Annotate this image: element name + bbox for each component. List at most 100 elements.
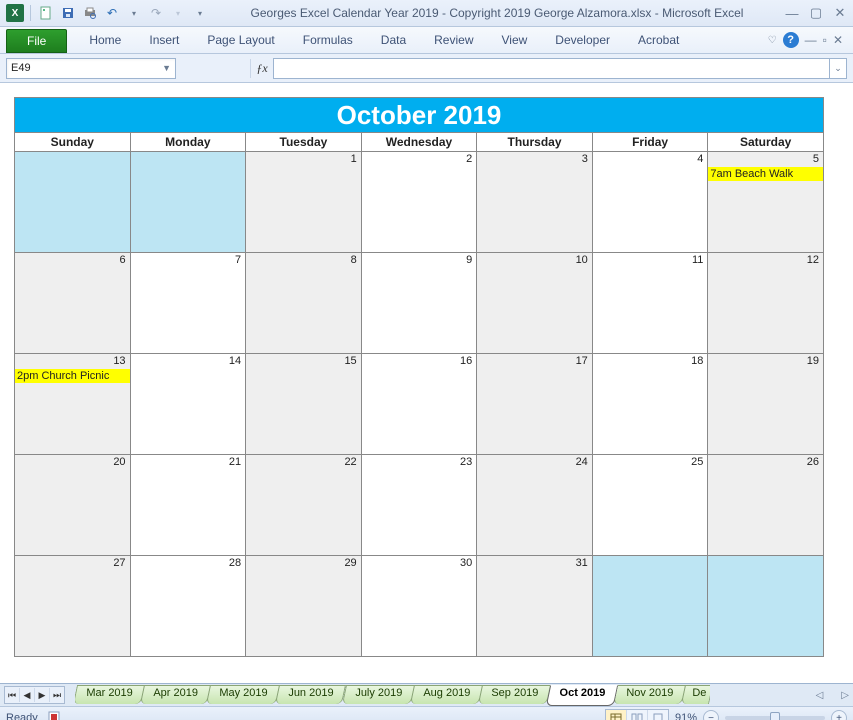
day-cell[interactable]: 29 xyxy=(246,556,362,657)
day-cell[interactable]: 18 xyxy=(592,354,708,455)
excel-icon[interactable]: X xyxy=(6,4,24,22)
undo-dropdown-icon[interactable]: ▾ xyxy=(125,4,143,22)
ribbon-more-icon[interactable]: ♡ xyxy=(768,35,777,46)
restore-button[interactable]: ▢ xyxy=(809,5,823,21)
name-box-dropdown-icon[interactable]: ▼ xyxy=(162,63,171,73)
ribbon-tab-developer[interactable]: Developer xyxy=(541,27,624,53)
worksheet-area[interactable]: October 2019 Sunday Monday Tuesday Wedne… xyxy=(0,83,853,683)
sheet-tab[interactable]: Apr 2019 xyxy=(140,685,211,704)
day-cell[interactable]: 7 xyxy=(130,253,246,354)
day-cell[interactable] xyxy=(708,556,824,657)
day-cell[interactable]: 16 xyxy=(361,354,477,455)
formula-expand-icon[interactable]: ⌄ xyxy=(830,58,847,79)
sheet-tab[interactable]: May 2019 xyxy=(206,685,280,704)
view-normal-icon[interactable] xyxy=(606,710,627,720)
ribbon-minimize-button[interactable]: ― xyxy=(805,33,817,47)
name-box[interactable]: E49 ▼ xyxy=(6,58,176,79)
day-cell[interactable]: 8 xyxy=(246,253,362,354)
day-cell[interactable] xyxy=(592,556,708,657)
day-cell[interactable]: 22 xyxy=(246,455,362,556)
ribbon-restore-button[interactable]: ▫ xyxy=(823,33,827,47)
day-cell[interactable]: 1 xyxy=(246,152,362,253)
day-cell[interactable]: 21 xyxy=(130,455,246,556)
day-cell[interactable]: 3 xyxy=(477,152,593,253)
day-cell[interactable]: 15 xyxy=(246,354,362,455)
sheet-nav-last-icon[interactable]: ⏭ xyxy=(50,688,64,702)
day-cell[interactable]: 26 xyxy=(708,455,824,556)
day-header[interactable]: Friday xyxy=(592,133,708,152)
day-cell[interactable]: 24 xyxy=(477,455,593,556)
formula-input[interactable] xyxy=(273,58,830,79)
day-header[interactable]: Wednesday xyxy=(361,133,477,152)
day-cell[interactable]: 17 xyxy=(477,354,593,455)
ribbon-close-button[interactable]: ✕ xyxy=(833,33,843,47)
day-cell[interactable]: 12 xyxy=(708,253,824,354)
sheet-tab[interactable]: Sep 2019 xyxy=(478,685,551,704)
day-cell[interactable]: 25 xyxy=(592,455,708,556)
calendar-event[interactable]: 7am Beach Walk xyxy=(708,167,823,181)
ribbon-tab-home[interactable]: Home xyxy=(75,27,135,53)
file-tab[interactable]: File xyxy=(6,29,67,53)
sheet-tab[interactable]: Jun 2019 xyxy=(275,685,346,704)
day-header[interactable]: Monday xyxy=(130,133,246,152)
view-page-layout-icon[interactable] xyxy=(627,710,648,720)
undo-icon[interactable]: ↶ xyxy=(103,4,121,22)
day-cell[interactable]: 132pm Church Picnic xyxy=(15,354,131,455)
zoom-level[interactable]: 91% xyxy=(675,712,697,720)
sheet-nav-prev-icon[interactable]: ◀ xyxy=(20,688,35,702)
day-header[interactable]: Saturday xyxy=(708,133,824,152)
day-cell[interactable] xyxy=(130,152,246,253)
day-header[interactable]: Tuesday xyxy=(246,133,362,152)
redo-icon[interactable]: ↷ xyxy=(147,4,165,22)
view-page-break-icon[interactable] xyxy=(648,710,668,720)
sheet-nav-next-icon[interactable]: ▶ xyxy=(35,688,50,702)
new-doc-icon[interactable] xyxy=(37,4,55,22)
sheet-tab[interactable]: Mar 2019 xyxy=(75,685,146,704)
calendar-title[interactable]: October 2019 xyxy=(15,98,824,133)
save-icon[interactable] xyxy=(59,4,77,22)
print-preview-icon[interactable] xyxy=(81,4,99,22)
day-cell[interactable]: 27 xyxy=(15,556,131,657)
tab-scroll-left-icon[interactable]: ◁ xyxy=(816,690,824,701)
day-cell[interactable]: 31 xyxy=(477,556,593,657)
close-button[interactable]: ✕ xyxy=(833,5,847,21)
ribbon-tab-data[interactable]: Data xyxy=(367,27,420,53)
day-cell[interactable]: 57am Beach Walk xyxy=(708,152,824,253)
sheet-tab[interactable]: Nov 2019 xyxy=(613,685,686,704)
qat-customize-dropdown-icon[interactable]: ▾ xyxy=(191,4,209,22)
redo-dropdown-icon[interactable]: ▾ xyxy=(169,4,187,22)
sheet-tab[interactable]: Aug 2019 xyxy=(410,685,483,704)
day-cell[interactable]: 30 xyxy=(361,556,477,657)
day-cell[interactable]: 28 xyxy=(130,556,246,657)
ribbon-tab-review[interactable]: Review xyxy=(420,27,487,53)
day-cell[interactable]: 23 xyxy=(361,455,477,556)
day-cell[interactable]: 9 xyxy=(361,253,477,354)
zoom-out-button[interactable]: − xyxy=(703,710,719,720)
day-cell[interactable] xyxy=(15,152,131,253)
ribbon-tab-insert[interactable]: Insert xyxy=(135,27,193,53)
day-cell[interactable]: 10 xyxy=(477,253,593,354)
ribbon-tab-view[interactable]: View xyxy=(488,27,542,53)
zoom-slider[interactable] xyxy=(725,716,825,720)
sheet-tab[interactable]: De xyxy=(681,685,710,704)
day-header[interactable]: Thursday xyxy=(477,133,593,152)
day-cell[interactable]: 6 xyxy=(15,253,131,354)
day-cell[interactable]: 4 xyxy=(592,152,708,253)
day-cell[interactable]: 20 xyxy=(15,455,131,556)
sheet-tab[interactable]: Oct 2019 xyxy=(546,685,618,706)
help-icon[interactable]: ? xyxy=(783,32,799,48)
status-record-icon[interactable] xyxy=(48,711,62,720)
day-cell[interactable]: 14 xyxy=(130,354,246,455)
ribbon-tab-formulas[interactable]: Formulas xyxy=(289,27,367,53)
ribbon-tab-page-layout[interactable]: Page Layout xyxy=(193,27,288,53)
sheet-tab[interactable]: July 2019 xyxy=(342,685,415,704)
day-cell[interactable]: 11 xyxy=(592,253,708,354)
fx-icon[interactable]: ƒx xyxy=(250,59,273,78)
minimize-button[interactable]: ― xyxy=(785,6,799,21)
day-cell[interactable]: 2 xyxy=(361,152,477,253)
calendar-event[interactable]: 2pm Church Picnic xyxy=(15,369,130,383)
sheet-nav-first-icon[interactable]: ⏮ xyxy=(5,688,20,702)
day-cell[interactable]: 19 xyxy=(708,354,824,455)
day-header[interactable]: Sunday xyxy=(15,133,131,152)
ribbon-tab-acrobat[interactable]: Acrobat xyxy=(624,27,693,53)
